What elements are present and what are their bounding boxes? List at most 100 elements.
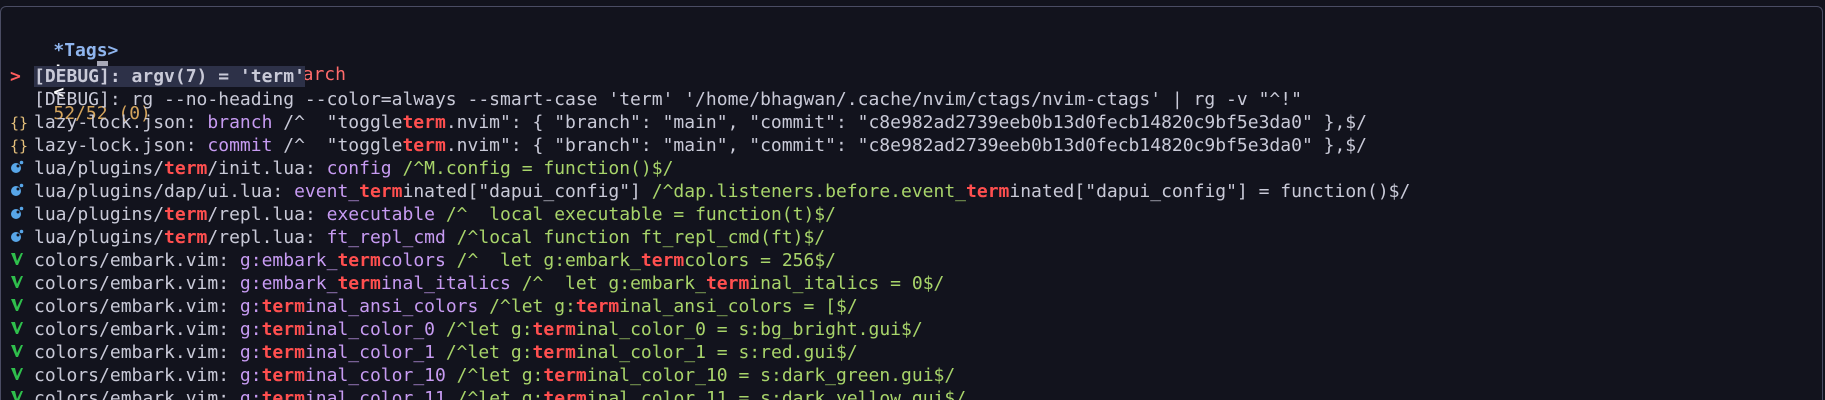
tag-name: config (326, 158, 392, 179)
tag-text: /^ let g:embark_ (510, 273, 706, 294)
tag-text: /^M.config = function()$/ (391, 158, 674, 179)
tag-text: /^ "toggle (272, 112, 403, 133)
result-item[interactable]: colors/embark.vim: g:terminal_color_11 /… (1, 387, 1822, 400)
result-item[interactable]: colors/embark.vim: g:terminal_ansi_color… (1, 295, 1822, 318)
file-path: /init.lua: (207, 158, 327, 179)
vim-file-icon (10, 295, 34, 318)
results-list: > [DEBUG]: argv(7) = 'term' [DEBUG]: rg --… (1, 65, 1822, 400)
vim-file-icon (10, 364, 34, 387)
result-text: lua/plugins/dap/ui.lua: event_terminated… (34, 181, 1410, 202)
file-path: colors/embark.vim: (34, 296, 240, 317)
match-highlight: term (575, 296, 620, 317)
match-highlight: term (337, 273, 381, 294)
json-file-icon: {} (10, 137, 29, 155)
tag-name: inal_color_10 (304, 365, 446, 386)
lua-file-icon (10, 203, 34, 226)
tag-name: ft_repl_cmd (326, 227, 446, 248)
tag-text: colors = 256$/ (684, 250, 836, 271)
file-path: lua/plugins/dap/ui.lua: (34, 181, 295, 202)
result-item[interactable]: colors/embark.vim: g:terminal_color_1 /^… (1, 341, 1822, 364)
tag-text: inal_ansi_colors = [$/ (619, 296, 858, 317)
vim-file-icon (10, 272, 34, 295)
tag-name: inal_italics (380, 273, 511, 294)
tag-name: executable (326, 204, 435, 225)
prompt-row[interactable]: *Tags> term < 52/52 (0) (10, 19, 151, 124)
result-text: lua/plugins/term/repl.lua: ft_repl_cmd /… (34, 227, 825, 248)
match-highlight: term (402, 112, 446, 133)
tag-text: /^let g: (435, 342, 533, 363)
fzf-tags-window: *Tags> term < 52/52 (0) :: <ctrl-g> to F… (0, 6, 1823, 400)
tag-text: inal_italics = 0$/ (749, 273, 945, 294)
vim-file-icon (10, 341, 34, 364)
file-path: colors/embark.vim: (34, 365, 240, 386)
result-text: lua/plugins/term/repl.lua: executable /^… (34, 204, 836, 225)
vim-file-icon (10, 249, 34, 272)
tag-name: inal_ansi_colors (304, 296, 479, 317)
tag-text: inated["dapui_config"] (402, 181, 641, 202)
tag-text: /^ local executable = function(t)$/ (435, 204, 836, 225)
tag-name: g:embark_ (239, 273, 338, 294)
lua-file-icon (10, 226, 34, 249)
file-path: lua/plugins/ (34, 227, 165, 248)
match-highlight: term (532, 342, 576, 363)
tag-text: /^let g: (435, 319, 533, 340)
tag-name: g: (239, 319, 262, 340)
match-highlight: term (261, 342, 305, 363)
tag-text: inal_color_1 = s:red.gui$/ (575, 342, 858, 363)
result-item[interactable]: colors/embark.vim: g:embark_terminal_ita… (1, 272, 1822, 295)
tag-text: /^ let g:embark_ (445, 250, 641, 271)
tag-text: [DEBUG]: rg --no-heading --color=always … (34, 89, 1302, 110)
tag-name: inal_color_11 (304, 388, 446, 400)
result-text: [DEBUG]: argv(7) = 'term' (34, 66, 305, 87)
result-item[interactable]: lua/plugins/dap/ui.lua: event_terminated… (1, 180, 1822, 203)
result-item[interactable]: colors/embark.vim: g:terminal_color_0 /^… (1, 318, 1822, 341)
file-path: lua/plugins/ (34, 158, 165, 179)
result-text: [DEBUG]: rg --no-heading --color=always … (34, 89, 1302, 110)
tag-text: inal_color_0 = s:bg_bright.gui$/ (575, 319, 923, 340)
tag-text: /^ "toggle (272, 135, 403, 156)
match-highlight: term (261, 365, 305, 386)
tag-text: /^let g: (445, 365, 544, 386)
tag-name: event_ (294, 181, 360, 202)
result-text: lazy-lock.json: branch /^ "toggleterm.nv… (34, 112, 1367, 133)
file-path: /repl.lua: (207, 204, 327, 225)
result-item[interactable]: colors/embark.vim: g:embark_termcolors /… (1, 249, 1822, 272)
result-item[interactable]: lua/plugins/term/repl.lua: ft_repl_cmd /… (1, 226, 1822, 249)
file-path: colors/embark.vim: (34, 388, 240, 400)
file-path: colors/embark.vim: (34, 273, 240, 294)
result-item[interactable]: colors/embark.vim: g:terminal_color_10 /… (1, 364, 1822, 387)
result-text: lazy-lock.json: commit /^ "toggleterm.nv… (34, 135, 1367, 156)
tag-text: inal_color_10 = s:dark_green.gui$/ (586, 365, 956, 386)
tag-name: g: (239, 365, 262, 386)
file-path: /repl.lua: (207, 227, 327, 248)
result-text: lua/plugins/term/init.lua: config /^M.co… (34, 158, 673, 179)
result-text: colors/embark.vim: g:terminal_color_0 /^… (34, 319, 923, 340)
result-item[interactable]: lua/plugins/term/init.lua: config /^M.co… (1, 157, 1822, 180)
tag-name: g: (239, 388, 262, 400)
result-text: colors/embark.vim: g:terminal_color_1 /^… (34, 342, 858, 363)
match-highlight: term (705, 273, 750, 294)
lua-file-icon (10, 180, 34, 203)
tag-name: g: (239, 296, 262, 317)
result-item[interactable]: [DEBUG]: rg --no-heading --color=always … (1, 88, 1822, 111)
lua-file-icon (10, 157, 34, 180)
file-path: colors/embark.vim: (34, 342, 240, 363)
tag-name: g:embark_ (239, 250, 338, 271)
match-highlight: term (261, 388, 305, 400)
file-path: lazy-lock.json: (34, 135, 208, 156)
selection-pointer-icon: > (10, 66, 21, 87)
result-text: colors/embark.vim: g:embark_terminal_ita… (34, 273, 944, 294)
file-path: lazy-lock.json: (34, 112, 208, 133)
tag-text: /^let g: (445, 388, 544, 400)
result-item[interactable]: {} lazy-lock.json: branch /^ "toggleterm.… (1, 111, 1822, 134)
result-item[interactable]: {} lazy-lock.json: commit /^ "toggleterm.… (1, 134, 1822, 157)
vim-file-icon (10, 318, 34, 341)
file-path: colors/embark.vim: (34, 319, 240, 340)
json-file-icon: {} (10, 114, 29, 132)
result-item-selected[interactable]: > [DEBUG]: argv(7) = 'term' (1, 65, 1822, 88)
tag-name: colors (380, 250, 446, 271)
result-item[interactable]: lua/plugins/term/repl.lua: executable /^… (1, 203, 1822, 226)
file-path: lua/plugins/ (34, 204, 165, 225)
tag-text: .nvim": { "branch": "main", "commit": "c… (445, 135, 1367, 156)
tag-text: /^local function ft_repl_cmd(ft)$/ (445, 227, 826, 248)
